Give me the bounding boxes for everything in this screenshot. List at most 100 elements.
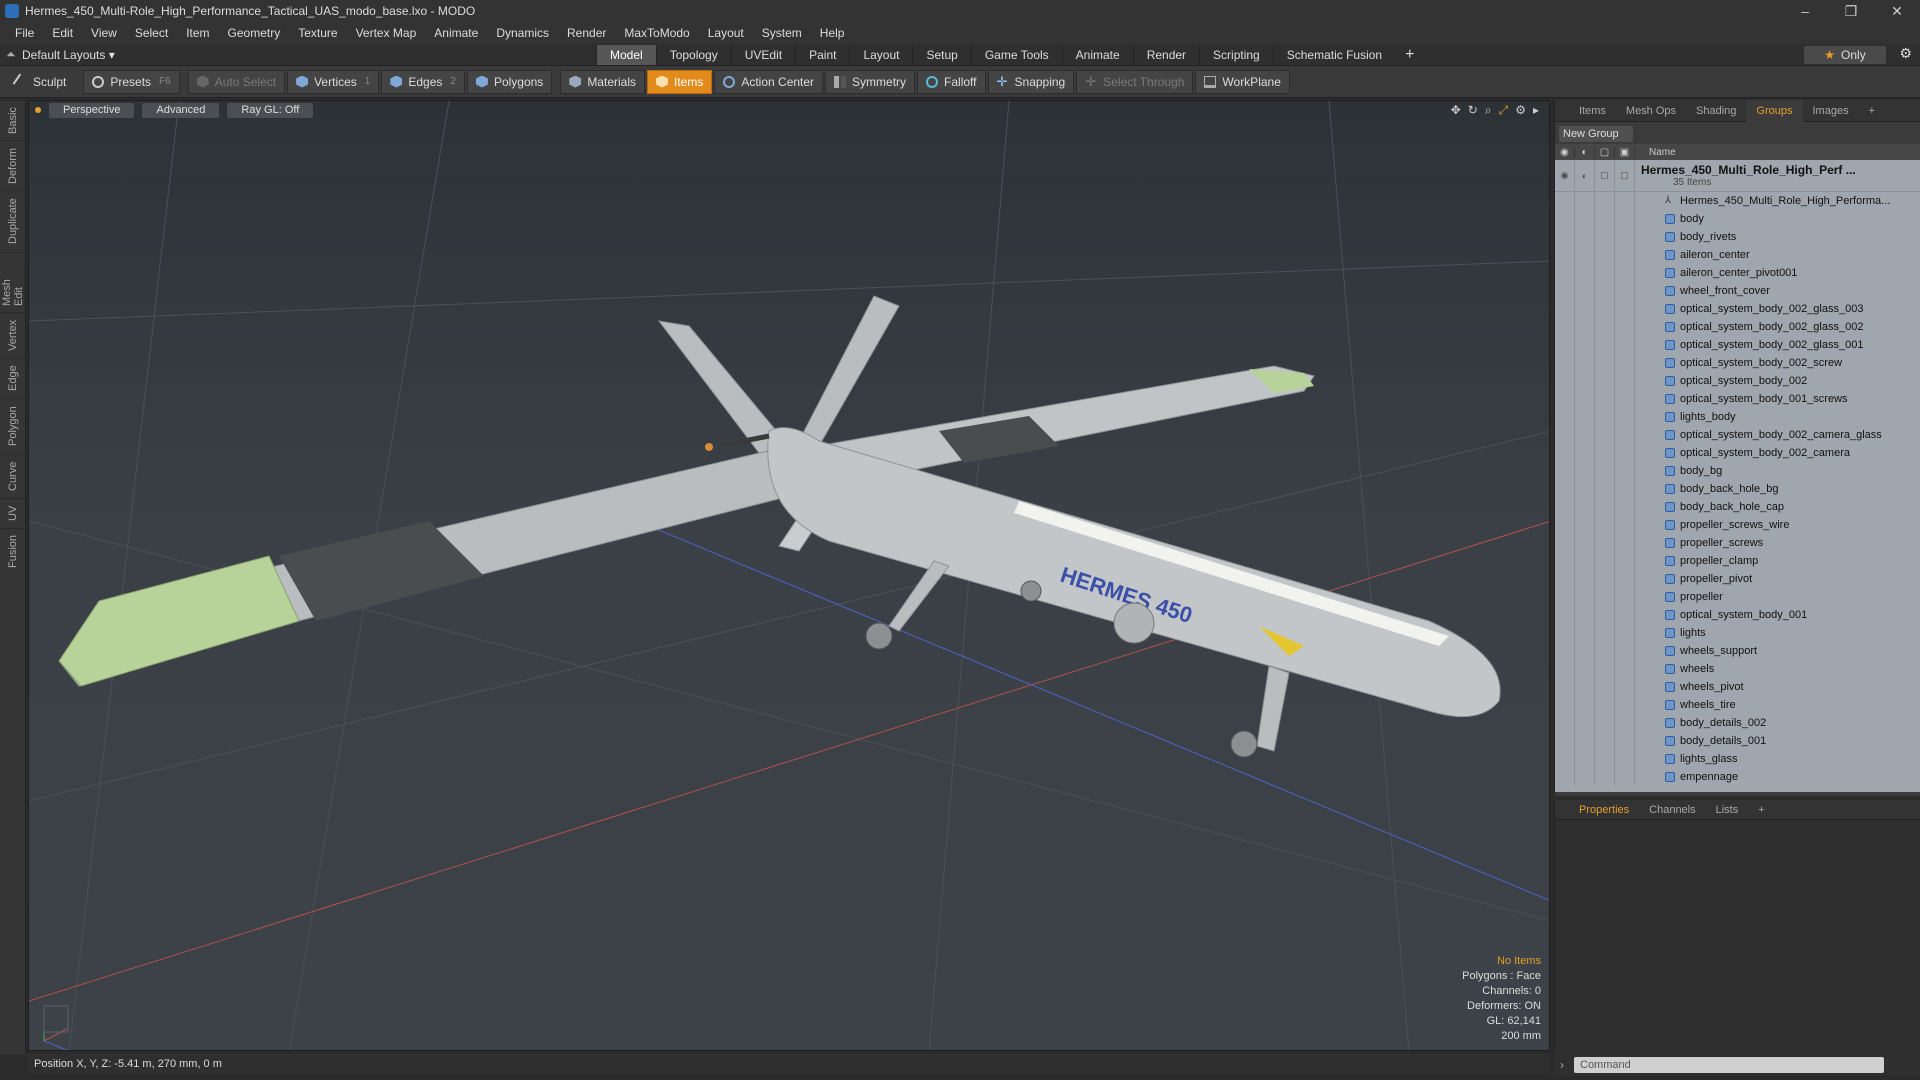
list-item[interactable]: optical_system_body_002 <box>1555 372 1920 390</box>
3d-viewport[interactable]: HERMES 450 Perspective Advanced Ray GL: … <box>28 100 1550 1051</box>
list-item[interactable]: body_rivets <box>1555 228 1920 246</box>
items-button[interactable]: Items <box>647 69 713 94</box>
snapping-button[interactable]: ✛ Snapping <box>987 69 1075 94</box>
list-item[interactable]: propeller_pivot <box>1555 570 1920 588</box>
menu-select[interactable]: Select <box>126 26 177 40</box>
viewport-expand-icon[interactable]: ▸ <box>1533 103 1539 118</box>
list-item[interactable]: propeller_screws <box>1555 534 1920 552</box>
list-item[interactable]: lights_glass <box>1555 750 1920 768</box>
tab-mesh-ops[interactable]: Mesh Ops <box>1616 100 1686 122</box>
workplane-button[interactable]: WorkPlane <box>1195 69 1290 94</box>
render-toggle-icon[interactable]: ◐ <box>1575 160 1595 191</box>
view-perspective-button[interactable]: Perspective <box>49 102 135 118</box>
falloff-button[interactable]: Falloff <box>917 69 986 94</box>
list-item[interactable]: body_details_002 <box>1555 714 1920 732</box>
tab-scripting[interactable]: Scripting <box>1199 44 1273 65</box>
list-item[interactable]: lights_body <box>1555 408 1920 426</box>
left-tab-polygon[interactable]: Polygon <box>0 398 26 454</box>
new-group-button[interactable]: New Group <box>1559 126 1633 142</box>
zoom-icon[interactable]: ⌕ <box>1485 103 1492 118</box>
menu-maxtomodo[interactable]: MaxToModo <box>615 26 698 40</box>
command-input[interactable]: Command <box>1574 1057 1884 1073</box>
lock-toggle-icon[interactable]: ▢ <box>1595 160 1615 191</box>
close-button[interactable]: ✕ <box>1874 0 1920 22</box>
polygons-button[interactable]: Polygons <box>466 69 553 94</box>
menu-edit[interactable]: Edit <box>43 26 82 40</box>
left-tab-edge[interactable]: Edge <box>0 358 26 398</box>
drone-model[interactable]: HERMES 450 <box>58 295 1501 758</box>
left-tab-duplicate[interactable]: Duplicate <box>0 190 26 252</box>
list-item[interactable]: optical_system_body_001 <box>1555 606 1920 624</box>
presets-button[interactable]: Presets F6 <box>83 69 180 94</box>
menu-animate[interactable]: Animate <box>425 26 487 40</box>
left-tab-fusion[interactable]: Fusion <box>0 528 26 574</box>
tab-schematic-fusion[interactable]: Schematic Fusion <box>1272 44 1395 65</box>
render-column-icon[interactable]: ◐ <box>1575 146 1595 158</box>
list-item[interactable]: propeller_screws_wire <box>1555 516 1920 534</box>
list-item[interactable]: body_back_hole_bg <box>1555 480 1920 498</box>
select-through-button[interactable]: ✛ Select Through <box>1076 69 1194 94</box>
pan-icon[interactable]: ✥ <box>1451 103 1461 118</box>
list-item[interactable]: propeller <box>1555 588 1920 606</box>
list-item[interactable]: optical_system_body_002_glass_003 <box>1555 300 1920 318</box>
symmetry-button[interactable]: Symmetry <box>825 69 916 94</box>
list-item[interactable]: body_back_hole_cap <box>1555 498 1920 516</box>
menu-dynamics[interactable]: Dynamics <box>487 26 558 40</box>
tab-game-tools[interactable]: Game Tools <box>970 44 1062 65</box>
list-item[interactable]: optical_system_body_002_glass_002 <box>1555 318 1920 336</box>
edges-button[interactable]: Edges 2 <box>381 69 465 94</box>
tab-properties[interactable]: Properties <box>1569 804 1639 816</box>
fit-icon[interactable]: ⤢ <box>1499 103 1509 118</box>
menu-system[interactable]: System <box>753 26 811 40</box>
tab-animate[interactable]: Animate <box>1061 44 1133 65</box>
tab-lists[interactable]: Lists <box>1706 804 1749 816</box>
menu-render[interactable]: Render <box>558 26 615 40</box>
list-item[interactable]: body_bg <box>1555 462 1920 480</box>
left-tab-uv[interactable]: UV <box>0 498 26 528</box>
select-column-icon[interactable]: ▣ <box>1615 146 1635 158</box>
menu-geometry[interactable]: Geometry <box>219 26 290 40</box>
ray-gl-button[interactable]: Ray GL: Off <box>227 102 314 118</box>
menu-item[interactable]: Item <box>177 26 218 40</box>
tab-paint[interactable]: Paint <box>795 44 849 65</box>
eye-column-icon[interactable]: ◉ <box>1555 146 1575 158</box>
list-item[interactable]: wheels_support <box>1555 642 1920 660</box>
gear-icon[interactable]: ⚙ <box>1899 45 1912 62</box>
menu-layout[interactable]: Layout <box>699 26 753 40</box>
menu-help[interactable]: Help <box>811 26 854 40</box>
left-tab-curve[interactable]: Curve <box>0 454 26 498</box>
list-item[interactable]: aileron_center_pivot001 <box>1555 264 1920 282</box>
tab-uvedit[interactable]: UVEdit <box>730 44 795 65</box>
sculpt-button[interactable]: Sculpt <box>6 70 75 94</box>
list-item[interactable]: body <box>1555 210 1920 228</box>
list-item[interactable]: wheel_front_cover <box>1555 282 1920 300</box>
auto-select-button[interactable]: Auto Select <box>187 69 286 94</box>
vertices-button[interactable]: Vertices 1 <box>287 69 380 94</box>
left-tab-deform[interactable]: Deform <box>0 140 26 190</box>
left-tab-vertex[interactable]: Vertex <box>0 312 26 358</box>
tab-shading[interactable]: Shading <box>1686 100 1746 122</box>
action-center-button[interactable]: Action Center <box>714 69 824 94</box>
shading-advanced-button[interactable]: Advanced <box>142 102 220 118</box>
maximize-button[interactable]: ❐ <box>1828 0 1874 22</box>
tab-layout[interactable]: Layout <box>849 44 912 65</box>
list-item[interactable]: wheels_tire <box>1555 696 1920 714</box>
materials-button[interactable]: Materials <box>560 69 645 94</box>
collapse-up-icon[interactable]: ⏶ <box>6 47 22 62</box>
layout-selector[interactable]: ⏶ Default Layouts ▾ <box>6 47 596 62</box>
minimize-button[interactable]: – <box>1782 0 1828 22</box>
tab-groups[interactable]: Groups <box>1746 99 1803 122</box>
tab-channels[interactable]: Channels <box>1639 804 1705 816</box>
list-item[interactable]: empennage <box>1555 768 1920 786</box>
list-item[interactable]: lights <box>1555 624 1920 642</box>
left-tab-basic[interactable]: Basic <box>0 100 26 140</box>
menu-vertex-map[interactable]: Vertex Map <box>347 26 426 40</box>
menu-file[interactable]: File <box>6 26 43 40</box>
lock-column-icon[interactable]: ▢ <box>1595 146 1615 158</box>
list-item[interactable]: body_details_001 <box>1555 732 1920 750</box>
list-item[interactable]: optical_system_body_002_glass_001 <box>1555 336 1920 354</box>
add-tab-icon[interactable]: + <box>1395 46 1424 64</box>
tab-setup[interactable]: Setup <box>912 44 970 65</box>
group-row[interactable]: ◉ ◐ ▢ ▢ Hermes_450_Multi_Role_High_Perf … <box>1555 160 1920 192</box>
list-item[interactable]: optical_system_body_002_screw <box>1555 354 1920 372</box>
